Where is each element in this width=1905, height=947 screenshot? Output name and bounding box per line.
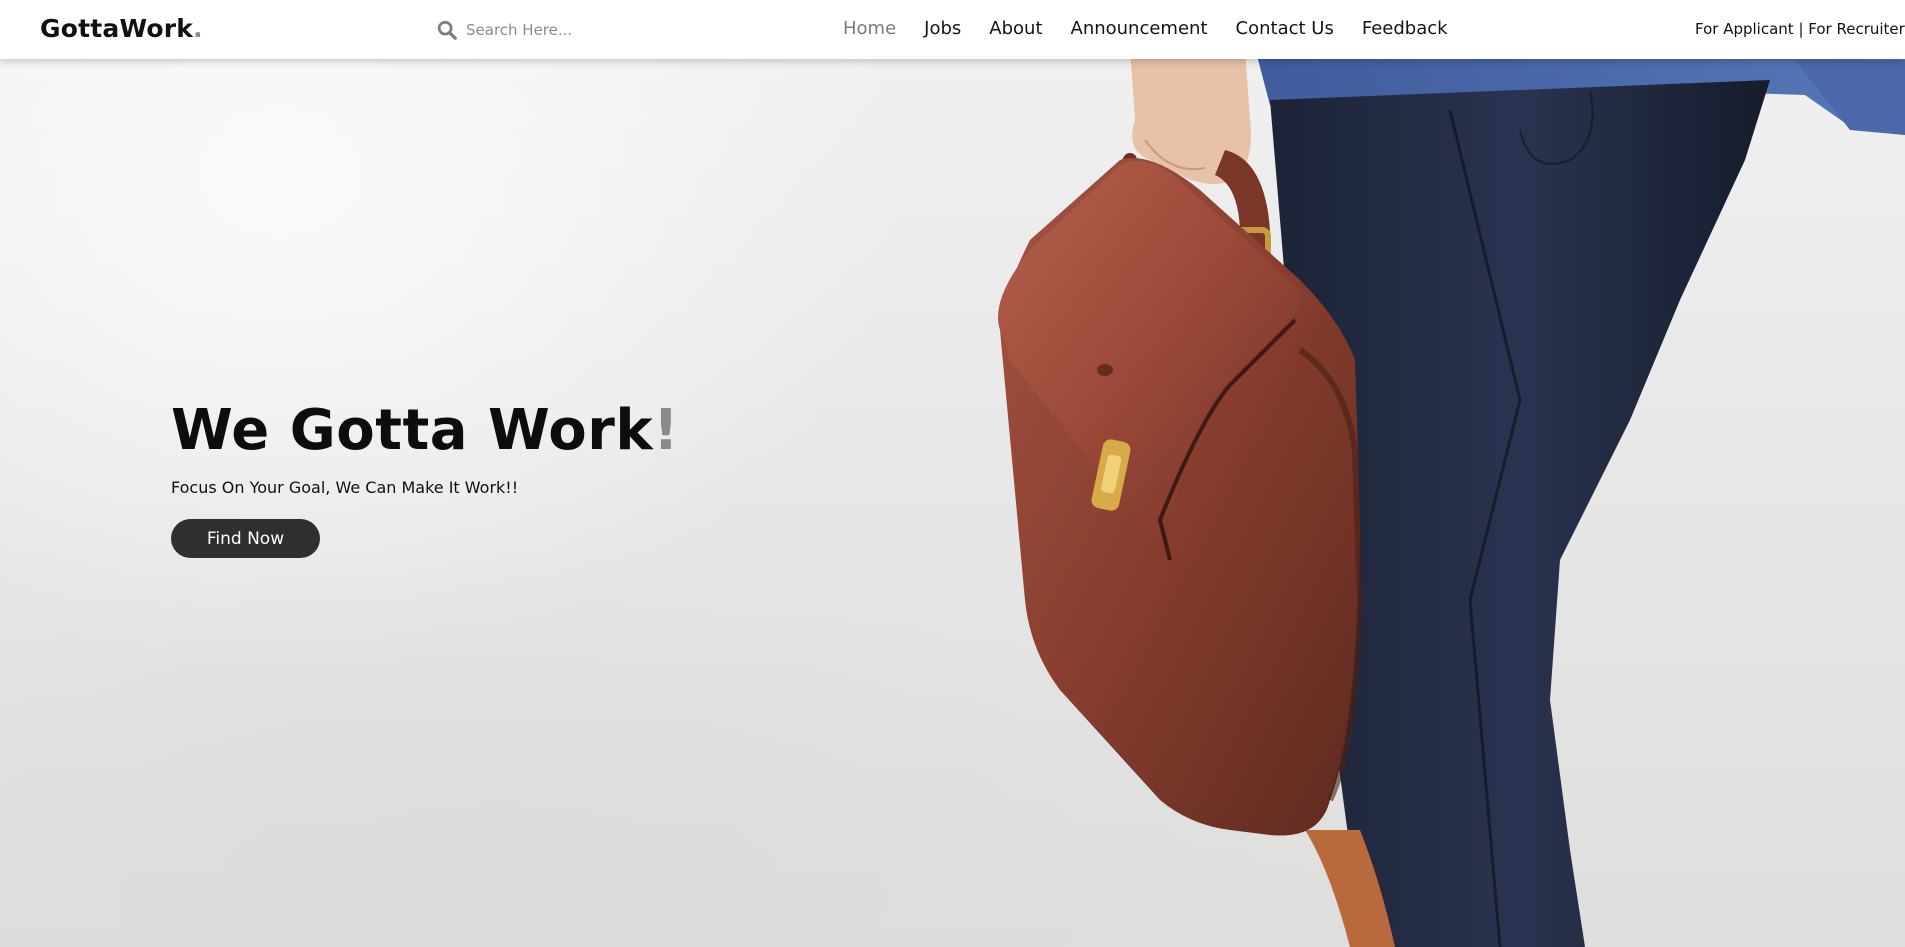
top-navbar: GottaWork. Home Jobs About Announcement …: [0, 0, 1905, 59]
applicant-link[interactable]: For Applicant: [1695, 20, 1794, 38]
portal-links: For Applicant | For Recruiter: [1695, 20, 1905, 38]
page: GottaWork. Home Jobs About Announcement …: [0, 0, 1905, 947]
brand-name: GottaWork: [40, 14, 194, 43]
nav-home[interactable]: Home: [843, 18, 896, 39]
hero-title-text: We Gotta Work: [171, 398, 654, 463]
brand-logo[interactable]: GottaWork.: [40, 14, 203, 43]
recruiter-link[interactable]: For Recruiter: [1808, 20, 1905, 38]
nav-feedback[interactable]: Feedback: [1362, 18, 1448, 39]
nav-announcement[interactable]: Announcement: [1071, 18, 1208, 39]
nav-about[interactable]: About: [989, 18, 1042, 39]
nav-jobs[interactable]: Jobs: [924, 18, 961, 39]
search-icon[interactable]: [436, 19, 458, 41]
find-now-button[interactable]: Find Now: [171, 519, 320, 558]
search-bar: [436, 16, 696, 44]
brand-dot: .: [193, 14, 203, 43]
hero-section: We Gotta Work! Focus On Your Goal, We Ca…: [171, 398, 679, 558]
hero-subtitle: Focus On Your Goal, We Can Make It Work!…: [171, 478, 519, 497]
main-nav: Home Jobs About Announcement Contact Us …: [843, 18, 1476, 39]
portal-separator: |: [1793, 20, 1809, 38]
search-input[interactable]: [466, 21, 686, 39]
hero-title-mark: !: [653, 398, 680, 463]
nav-contact-us[interactable]: Contact Us: [1236, 18, 1334, 39]
hero-title: We Gotta Work!: [171, 398, 679, 464]
